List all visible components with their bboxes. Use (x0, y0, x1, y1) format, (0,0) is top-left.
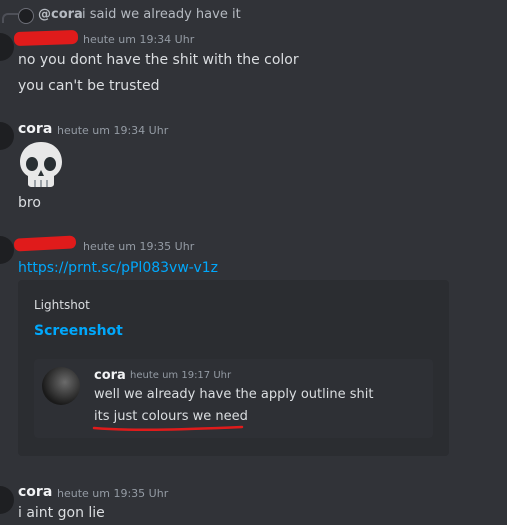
message-timestamp: heute um 19:34 Uhr (83, 33, 195, 46)
avatar[interactable] (0, 236, 14, 264)
message-link[interactable]: https://prnt.sc/pPl083vw-v1z (18, 260, 218, 276)
quoted-line: well we already have the apply outline s… (94, 387, 374, 402)
link-embed: Lightshot Screenshot cora heute um 19:17… (18, 280, 449, 456)
skull-emoji-icon (20, 142, 62, 187)
redacted-username (13, 29, 79, 47)
quoted-timestamp: heute um 19:17 Uhr (130, 370, 232, 381)
message-line: bro (18, 195, 41, 211)
avatar[interactable] (0, 33, 14, 61)
reply-avatar[interactable] (18, 8, 34, 24)
quoted-username: cora (94, 368, 126, 383)
reply-username[interactable]: @cora (38, 7, 83, 22)
reply-text[interactable]: i said we already have it (82, 7, 241, 22)
quoted-avatar (42, 367, 80, 405)
redacted-username (13, 235, 77, 252)
red-underline-annotation (92, 425, 244, 432)
embed-screenshot-image[interactable]: cora heute um 19:17 Uhr well we already … (34, 359, 433, 438)
message-line: you can't be trusted (18, 78, 160, 94)
embed-provider[interactable]: Lightshot (34, 298, 90, 312)
message-timestamp: heute um 19:35 Uhr (83, 240, 195, 253)
message-username[interactable]: cora (18, 484, 52, 500)
embed-title[interactable]: Screenshot (34, 323, 123, 339)
avatar[interactable] (0, 486, 14, 514)
message-username[interactable]: cora (18, 121, 52, 137)
message-line: i aint gon lie (18, 505, 105, 521)
reply-connector (2, 13, 18, 23)
message-line: no you dont have the shit with the color (18, 52, 299, 68)
avatar[interactable] (0, 122, 14, 150)
message-timestamp: heute um 19:35 Uhr (57, 487, 169, 500)
message-timestamp: heute um 19:34 Uhr (57, 124, 169, 137)
quoted-line: its just colours we need (94, 409, 248, 424)
